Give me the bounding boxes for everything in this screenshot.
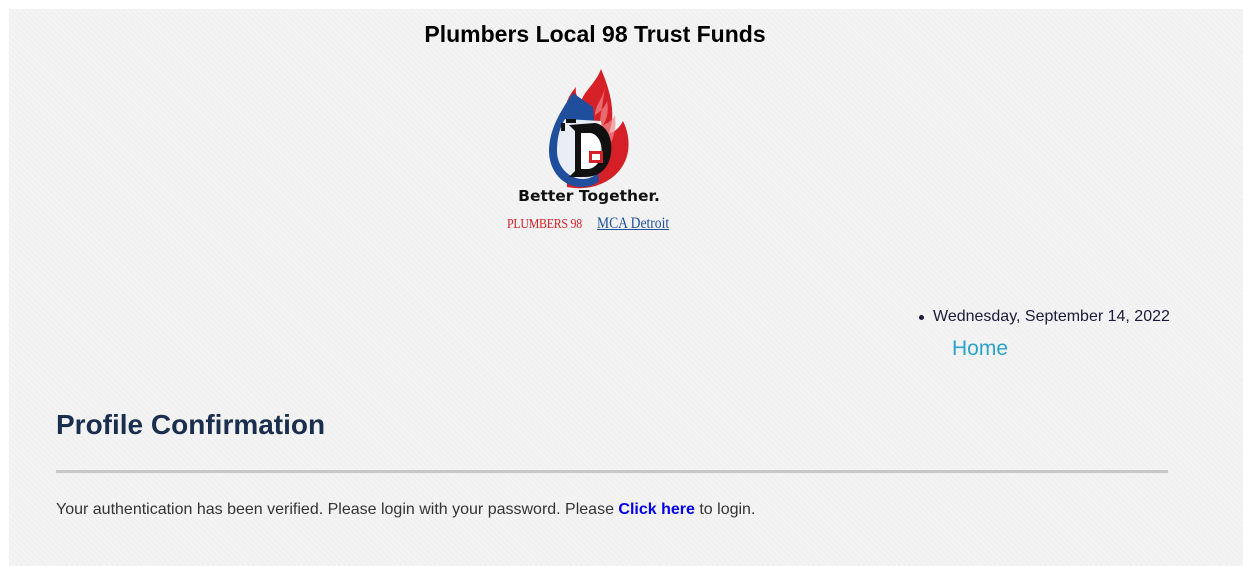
site-title: Plumbers Local 98 Trust Funds — [424, 21, 766, 47]
divider — [56, 470, 1168, 473]
page-title: Profile Confirmation — [56, 409, 326, 440]
confirmation-message: Your authentication has been verified. P… — [56, 501, 755, 519]
logo-org-mca: MCA Detroit — [597, 215, 670, 232]
plumbers-98-logo: Better Together. PLUMBERS 98 MCA Detroit — [503, 67, 675, 243]
home-link[interactable]: Home — [952, 337, 1008, 361]
page: Plumbers Local 98 Trust Funds Better Tog… — [9, 9, 1243, 566]
current-date: Wednesday, September 14, 2022 — [915, 308, 1170, 326]
message-text: Your authentication has been verified. P… — [56, 501, 619, 518]
message-suffix: to login. — [694, 501, 756, 518]
logo-org-plumbers: PLUMBERS 98 — [507, 217, 582, 232]
logo-tagline: Better Together. — [518, 187, 660, 205]
login-link[interactable]: Click here — [618, 501, 694, 518]
top-nav: Wednesday, September 14, 2022 — [915, 308, 1170, 326]
